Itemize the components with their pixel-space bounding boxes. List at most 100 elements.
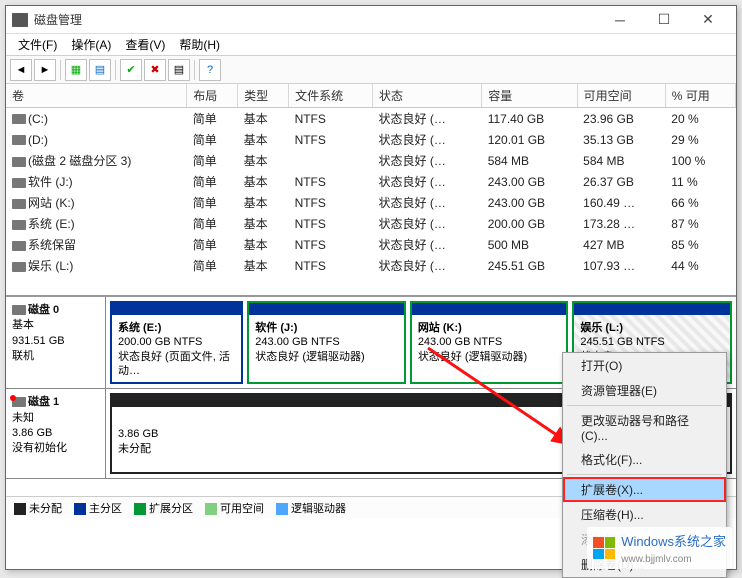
list-view-button[interactable]: ▤ — [168, 59, 190, 81]
menu-item[interactable]: 文件(F) — [14, 34, 61, 55]
table-cell: 117.40 GB — [482, 108, 577, 130]
table-row[interactable]: 网站 (K:)简单基本NTFS状态良好 (…243.00 GB160.49 …6… — [6, 192, 736, 213]
column-header[interactable]: 可用空间 — [577, 84, 665, 108]
table-row[interactable]: 娱乐 (L:)简单基本NTFS状态良好 (…245.51 GB107.93 …4… — [6, 255, 736, 276]
table-cell: (D:) — [6, 129, 187, 150]
table-cell: 200.00 GB — [482, 213, 577, 234]
window-title: 磁盘管理 — [34, 11, 598, 28]
legend-item: 扩展分区 — [134, 500, 193, 516]
toolbar: ◄ ► ▦ ▤ ✔ ✖ ▤ ? — [6, 56, 736, 84]
table-cell: 66 % — [665, 192, 735, 213]
column-header[interactable]: 类型 — [238, 84, 289, 108]
table-cell: 简单 — [187, 255, 238, 276]
table-row[interactable]: 软件 (J:)简单基本NTFS状态良好 (…243.00 GB26.37 GB1… — [6, 171, 736, 192]
close-button[interactable]: ✕ — [686, 6, 730, 34]
table-cell: NTFS — [289, 129, 373, 150]
table-cell: 29 % — [665, 129, 735, 150]
context-menu-item[interactable]: 格式化(F)... — [563, 447, 726, 472]
table-cell: 简单 — [187, 192, 238, 213]
table-cell: 35.13 GB — [577, 129, 665, 150]
column-header[interactable]: % 可用 — [665, 84, 735, 108]
table-cell: (磁盘 2 磁盘分区 3) — [6, 150, 187, 171]
table-cell: 87 % — [665, 213, 735, 234]
context-menu-item[interactable]: 压缩卷(H)... — [563, 502, 726, 527]
table-cell: 系统 (E:) — [6, 213, 187, 234]
table-row[interactable]: (磁盘 2 磁盘分区 3)简单基本状态良好 (…584 MB584 MB100 … — [6, 150, 736, 171]
context-menu-item[interactable]: 扩展卷(X)... — [563, 477, 726, 502]
table-cell: 简单 — [187, 108, 238, 130]
table-cell: NTFS — [289, 108, 373, 130]
partition[interactable]: 网站 (K:)243.00 GB NTFS状态良好 (逻辑驱动器) — [410, 301, 569, 384]
table-row[interactable]: 系统 (E:)简单基本NTFS状态良好 (…200.00 GB173.28 …8… — [6, 213, 736, 234]
disk-info[interactable]: 磁盘 0基本931.51 GB联机 — [6, 297, 106, 388]
table-cell: 基本 — [238, 192, 289, 213]
table-cell: 状态良好 (… — [373, 234, 482, 255]
disk-info[interactable]: 磁盘 1未知3.86 GB没有初始化 — [6, 389, 106, 478]
context-menu-item[interactable]: 打开(O) — [563, 353, 726, 378]
table-cell: 状态良好 (… — [373, 213, 482, 234]
table-cell: 状态良好 (… — [373, 192, 482, 213]
context-menu-item[interactable]: 更改驱动器号和路径(C)... — [563, 408, 726, 447]
column-header[interactable]: 文件系统 — [289, 84, 373, 108]
volume-list[interactable]: 卷布局类型文件系统状态容量可用空间% 可用 (C:)简单基本NTFS状态良好 (… — [6, 84, 736, 296]
column-header[interactable]: 容量 — [482, 84, 577, 108]
table-cell: 173.28 … — [577, 213, 665, 234]
table-cell: 20 % — [665, 108, 735, 130]
table-cell: 状态良好 (… — [373, 108, 482, 130]
partition[interactable]: 软件 (J:)243.00 GB NTFS状态良好 (逻辑驱动器) — [247, 301, 406, 384]
table-cell: 基本 — [238, 129, 289, 150]
column-header[interactable]: 布局 — [187, 84, 238, 108]
back-button[interactable]: ◄ — [10, 59, 32, 81]
context-menu-item[interactable]: 资源管理器(E) — [563, 378, 726, 403]
titlebar: 磁盘管理 ─ ☐ ✕ — [6, 6, 736, 34]
app-icon — [12, 13, 28, 27]
menu-item[interactable]: 帮助(H) — [175, 34, 224, 55]
partition[interactable]: 系统 (E:)200.00 GB NTFS状态良好 (页面文件, 活动… — [110, 301, 243, 384]
table-cell: NTFS — [289, 192, 373, 213]
table-cell: 简单 — [187, 129, 238, 150]
table-cell: 500 MB — [482, 234, 577, 255]
table-cell: 245.51 GB — [482, 255, 577, 276]
watermark: Windows系统之家 www.bjjmlv.com — [587, 527, 732, 569]
table-row[interactable]: 系统保留简单基本NTFS状态良好 (…500 MB427 MB85 % — [6, 234, 736, 255]
forward-button[interactable]: ► — [34, 59, 56, 81]
properties-button[interactable]: ▤ — [89, 59, 111, 81]
legend-item: 可用空间 — [205, 500, 264, 516]
table-cell: 427 MB — [577, 234, 665, 255]
table-cell: 120.01 GB — [482, 129, 577, 150]
help-button[interactable]: ? — [199, 59, 221, 81]
column-header[interactable]: 卷 — [6, 84, 187, 108]
table-cell: 软件 (J:) — [6, 171, 187, 192]
table-cell: 基本 — [238, 234, 289, 255]
table-cell: 状态良好 (… — [373, 255, 482, 276]
legend-item: 未分配 — [14, 500, 62, 516]
table-cell: 584 MB — [482, 150, 577, 171]
table-cell: 状态良好 (… — [373, 150, 482, 171]
menu-item[interactable]: 操作(A) — [67, 34, 115, 55]
table-cell: (C:) — [6, 108, 187, 130]
minimize-button[interactable]: ─ — [598, 6, 642, 34]
table-row[interactable]: (C:)简单基本NTFS状态良好 (…117.40 GB23.96 GB20 % — [6, 108, 736, 130]
menu-item[interactable]: 查看(V) — [121, 34, 169, 55]
table-cell: 状态良好 (… — [373, 171, 482, 192]
table-cell: 85 % — [665, 234, 735, 255]
table-cell: 107.93 … — [577, 255, 665, 276]
refresh-button[interactable]: ▦ — [65, 59, 87, 81]
table-cell: 简单 — [187, 213, 238, 234]
check-button[interactable]: ✔ — [120, 59, 142, 81]
watermark-url: www.bjjmlv.com — [621, 554, 691, 565]
column-header[interactable]: 状态 — [373, 84, 482, 108]
table-cell: NTFS — [289, 234, 373, 255]
table-cell: 网站 (K:) — [6, 192, 187, 213]
table-cell: 基本 — [238, 150, 289, 171]
delete-button[interactable]: ✖ — [144, 59, 166, 81]
table-row[interactable]: (D:)简单基本NTFS状态良好 (…120.01 GB35.13 GB29 % — [6, 129, 736, 150]
table-header-row: 卷布局类型文件系统状态容量可用空间% 可用 — [6, 84, 736, 108]
table-cell: 11 % — [665, 171, 735, 192]
menubar: 文件(F) 操作(A) 查看(V) 帮助(H) — [6, 34, 736, 56]
table-cell: 系统保留 — [6, 234, 187, 255]
table-cell: 娱乐 (L:) — [6, 255, 187, 276]
table-cell: 26.37 GB — [577, 171, 665, 192]
table-cell: 243.00 GB — [482, 171, 577, 192]
maximize-button[interactable]: ☐ — [642, 6, 686, 34]
